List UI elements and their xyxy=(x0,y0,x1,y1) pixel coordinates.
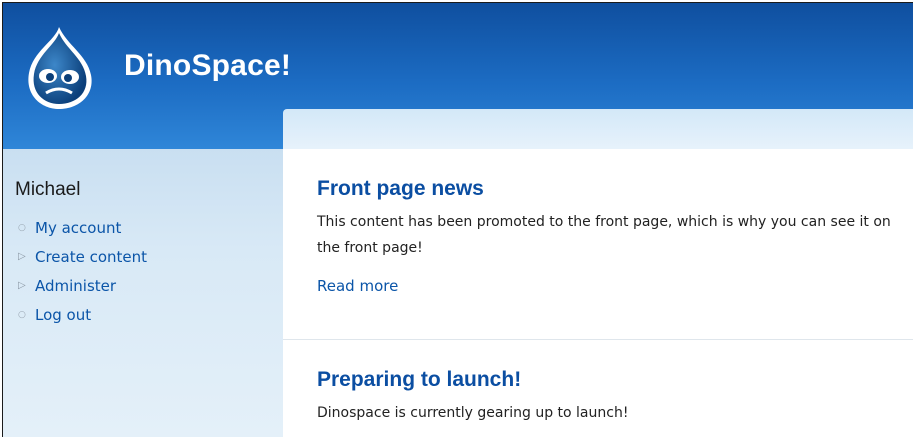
nav-item-my-account[interactable]: ○ My account xyxy=(15,213,147,242)
post-front-page-news: Front page news This content has been pr… xyxy=(317,177,907,295)
site-name[interactable]: DinoSpace! xyxy=(124,49,291,83)
triangle-bullet-icon: ▷ xyxy=(18,251,26,262)
my-account-link[interactable]: My account xyxy=(35,219,121,237)
administer-link[interactable]: Administer xyxy=(35,277,116,295)
user-navigation: ○ My account ▷ Create content ▷ Administ… xyxy=(15,213,147,329)
main-content: Front page news This content has been pr… xyxy=(283,149,913,437)
create-content-link[interactable]: Create content xyxy=(35,248,147,266)
content-top-bar xyxy=(283,109,913,149)
read-more-link[interactable]: Read more xyxy=(317,277,398,295)
post-title[interactable]: Front page news xyxy=(317,177,907,201)
nav-item-create-content[interactable]: ▷ Create content xyxy=(15,242,147,271)
circle-bullet-icon: ○ xyxy=(18,309,26,320)
triangle-bullet-icon: ▷ xyxy=(18,280,26,291)
user-block-title: Michael xyxy=(15,179,81,200)
page-frame: DinoSpace! Michael ○ My account ▷ Create… xyxy=(2,2,913,437)
nav-item-administer[interactable]: ▷ Administer xyxy=(15,271,147,300)
post-divider xyxy=(283,339,913,340)
nav-item-log-out[interactable]: ○ Log out xyxy=(15,300,147,329)
sidebar: Michael ○ My account ▷ Create content ▷ … xyxy=(3,149,283,437)
circle-bullet-icon: ○ xyxy=(18,222,26,233)
post-title[interactable]: Preparing to launch! xyxy=(317,368,907,392)
drupal-logo-icon[interactable] xyxy=(19,23,99,111)
log-out-link[interactable]: Log out xyxy=(35,306,91,324)
post-body: This content has been promoted to the fr… xyxy=(317,214,891,256)
post-body: Dinospace is currently gearing up to lau… xyxy=(317,405,629,421)
post-preparing-to-launch: Preparing to launch! Dinospace is curren… xyxy=(317,368,907,426)
